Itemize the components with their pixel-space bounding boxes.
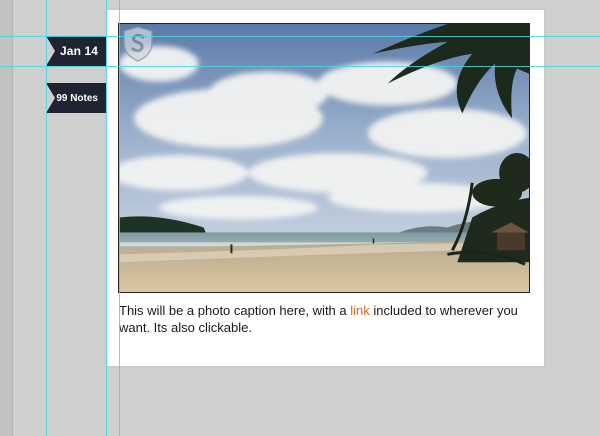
post-date: Jan 14 <box>60 44 98 58</box>
caption-text-start: This will be a photo caption here, with … <box>119 303 351 318</box>
notes-flag[interactable]: 99 Notes <box>46 83 106 113</box>
beach-photo <box>119 24 529 292</box>
post-photo[interactable] <box>118 23 530 293</box>
caption-link[interactable]: link <box>350 303 370 318</box>
photo-caption: This will be a photo caption here, with … <box>119 303 529 336</box>
photo-post: This will be a photo caption here, with … <box>106 10 544 366</box>
shield-s-logo-icon <box>122 26 154 62</box>
date-flag[interactable]: Jan 14 <box>46 36 106 66</box>
ruler-strip <box>0 0 13 436</box>
notes-count: 99 Notes <box>56 92 98 104</box>
